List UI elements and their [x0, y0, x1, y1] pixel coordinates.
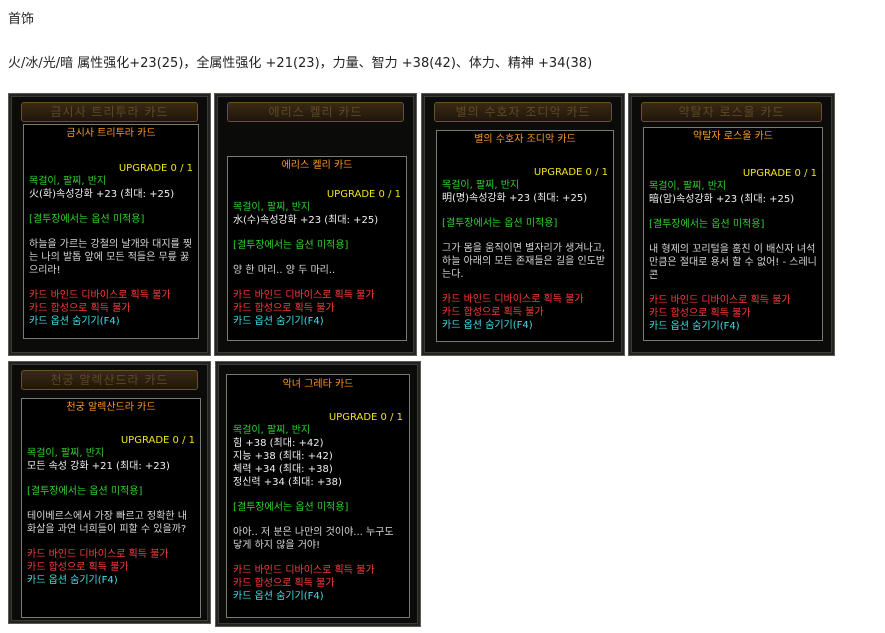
hide-options-hint[interactable]: 카드 옵션 숨기기(F4)	[442, 319, 608, 332]
frame-title-text: 별의 수호자 조디악 카드	[455, 105, 591, 119]
equip-slots: 목걸이, 팔찌, 반지	[29, 176, 107, 187]
card-stat: 모든 속성 강화 +21 (최대: +23)	[27, 461, 170, 472]
card-stat: 火(화)속성강화 +23 (최대: +25)	[29, 189, 175, 200]
arena-note: [결투장에서는 옵션 미적용]	[233, 240, 349, 251]
card-stat: 지능 +38 (최대: +42)	[233, 451, 333, 462]
equip-slots: 목걸이, 팔찌, 반지	[233, 425, 311, 436]
card-tooltip: 에리스 켈리 카드 UPGRADE 0 / 1 목걸이, 팔찌, 반지 水(수)…	[227, 156, 407, 341]
equip-slots: 목걸이, 팔찌, 반지	[442, 180, 520, 191]
card-flavor-text: 하늘을 가르는 강철의 날개와 대지를 찢는 나의 발톱 앞에 모든 적들은 무…	[29, 239, 193, 276]
arena-note: [결투장에서는 옵션 미적용]	[27, 486, 143, 497]
frame-title-text: 에리스 켈리 카드	[268, 105, 363, 119]
card-frame-title: 금시사 트리투라 카드	[21, 102, 198, 122]
stats-summary: 火/冰/光/暗 属性强化+23(25)，全属性强化 +21(23)，力量、智力 …	[8, 56, 593, 71]
card-flavor-text: 테이베르스에서 가장 빠르고 정확한 내 화살을 과연 너희들이 피할 수 있을…	[27, 511, 187, 535]
card-name: 약탈자 로스울 카드	[693, 131, 773, 142]
card-stat: 체력 +34 (최대: +38)	[233, 464, 333, 475]
equip-slots: 목걸이, 팔찌, 반지	[233, 202, 311, 213]
bind-restriction: 카드 바인드 디바이스로 획득 불가	[29, 290, 171, 301]
card-frame-title: 약탈자 로스울 카드	[641, 102, 822, 122]
card-tooltip: 천궁 알렉산드라 카드 UPGRADE 0 / 1 목걸이, 팔찌, 반지 모든…	[21, 398, 201, 618]
hide-options-hint[interactable]: 카드 옵션 숨기기(F4)	[27, 574, 195, 587]
bind-restriction: 카드 바인드 디바이스로 획득 불가	[649, 295, 791, 306]
frame-title-text: 약탈자 로스울 카드	[678, 105, 785, 119]
synth-restriction: 카드 합성으로 획득 불가	[233, 303, 335, 314]
card-stat: 정신력 +34 (최대: +38)	[233, 477, 342, 488]
synth-restriction: 카드 합성으로 획득 불가	[27, 562, 129, 573]
hide-options-hint[interactable]: 카드 옵션 숨기기(F4)	[29, 315, 193, 328]
bind-restriction: 카드 바인드 디바이스로 획득 불가	[233, 565, 375, 576]
hide-options-hint[interactable]: 카드 옵션 숨기기(F4)	[233, 590, 403, 603]
upgrade-status: UPGRADE 0 / 1	[118, 163, 193, 174]
card-panel: 악녀 그레타 카드 UPGRADE 0 / 1 목걸이, 팔찌, 반지 힘 +3…	[215, 361, 421, 627]
arena-note: [결투장에서는 옵션 미적용]	[233, 502, 349, 513]
card-flavor-text: 내 형제의 꼬리털을 훔친 이 배신자 녀석만큼은 절대로 용서 할 수 없어!…	[649, 244, 817, 281]
card-panel: 금시사 트리투라 카드 금시사 트리투라 카드 UPGRADE 0 / 1 목걸…	[8, 93, 211, 356]
synth-restriction: 카드 합성으로 획득 불가	[29, 303, 131, 314]
card-panel: 약탈자 로스울 카드 약탈자 로스울 카드 UPGRADE 0 / 1 목걸이,…	[628, 93, 835, 356]
arena-note: [결투장에서는 옵션 미적용]	[29, 214, 145, 225]
hide-options-hint[interactable]: 카드 옵션 숨기기(F4)	[233, 315, 401, 328]
equip-slots: 목걸이, 팔찌, 반지	[649, 181, 727, 192]
card-tooltip: 약탈자 로스울 카드 UPGRADE 0 / 1 목걸이, 팔찌, 반지 暗(암…	[643, 127, 823, 341]
upgrade-status: UPGRADE 0 / 1	[533, 167, 608, 178]
frame-title-text: 금시사 트리투라 카드	[50, 105, 169, 119]
bind-restriction: 카드 바인드 디바이스로 획득 불가	[27, 549, 169, 560]
synth-restriction: 카드 합성으로 획득 불가	[233, 578, 335, 589]
frame-title-text: 천궁 알렉산드라 카드	[50, 373, 169, 387]
card-tooltip: 금시사 트리투라 카드 UPGRADE 0 / 1 목걸이, 팔찌, 반지 火(…	[23, 124, 199, 339]
upgrade-status: UPGRADE 0 / 1	[120, 435, 195, 446]
upgrade-status: UPGRADE 0 / 1	[742, 168, 817, 179]
upgrade-status: UPGRADE 0 / 1	[326, 189, 401, 200]
card-flavor-text: 양 한 마리.. 양 두 마리..	[233, 265, 336, 276]
card-stat: 水(수)속성강화 +23 (최대: +25)	[233, 215, 379, 226]
arena-note: [결투장에서는 옵션 미적용]	[649, 219, 765, 230]
card-frame-title: 별의 수호자 조디악 카드	[434, 102, 612, 122]
bind-restriction: 카드 바인드 디바이스로 획득 불가	[442, 294, 584, 305]
card-frame-title: 에리스 켈리 카드	[227, 102, 404, 122]
card-name: 별의 수호자 조디악 카드	[474, 134, 576, 145]
card-name: 금시사 트리투라 카드	[66, 128, 156, 139]
section-heading: 首饰	[8, 12, 35, 27]
card-tooltip: 악녀 그레타 카드 UPGRADE 0 / 1 목걸이, 팔찌, 반지 힘 +3…	[226, 374, 410, 618]
card-frame-title: 천궁 알렉산드라 카드	[21, 370, 198, 390]
card-stat: 明(명)속성강화 +23 (최대: +25)	[442, 193, 588, 204]
card-tooltip: 별의 수호자 조디악 카드 UPGRADE 0 / 1 목걸이, 팔찌, 반지 …	[436, 130, 614, 342]
card-panel: 천궁 알렉산드라 카드 천궁 알렉산드라 카드 UPGRADE 0 / 1 목걸…	[8, 361, 211, 624]
arena-note: [결투장에서는 옵션 미적용]	[442, 218, 558, 229]
card-flavor-text: 아아.. 저 분은 나만의 것이야... 누구도 닿게 하지 않을 거야!	[233, 527, 394, 551]
upgrade-status: UPGRADE 0 / 1	[328, 412, 403, 423]
equip-slots: 목걸이, 팔찌, 반지	[27, 448, 105, 459]
card-stat: 暗(암)속성강화 +23 (최대: +25)	[649, 194, 795, 205]
card-panel: 에리스 켈리 카드 에리스 켈리 카드 UPGRADE 0 / 1 목걸이, 팔…	[214, 93, 417, 356]
card-name: 천궁 알렉산드라 카드	[66, 402, 156, 413]
bind-restriction: 카드 바인드 디바이스로 획득 불가	[233, 290, 375, 301]
synth-restriction: 카드 합성으로 획득 불가	[649, 308, 751, 319]
synth-restriction: 카드 합성으로 획득 불가	[442, 307, 544, 318]
card-flavor-text: 그가 몸을 움직이면 별자리가 생겨나고, 하늘 아래의 모든 존재들은 길을 …	[442, 243, 606, 280]
card-stat: 힘 +38 (최대: +42)	[233, 438, 324, 449]
card-name: 악녀 그레타 카드	[282, 379, 354, 390]
card-panel: 별의 수호자 조디악 카드 별의 수호자 조디악 카드 UPGRADE 0 / …	[421, 93, 625, 356]
hide-options-hint[interactable]: 카드 옵션 숨기기(F4)	[649, 320, 817, 333]
card-name: 에리스 켈리 카드	[281, 160, 353, 171]
